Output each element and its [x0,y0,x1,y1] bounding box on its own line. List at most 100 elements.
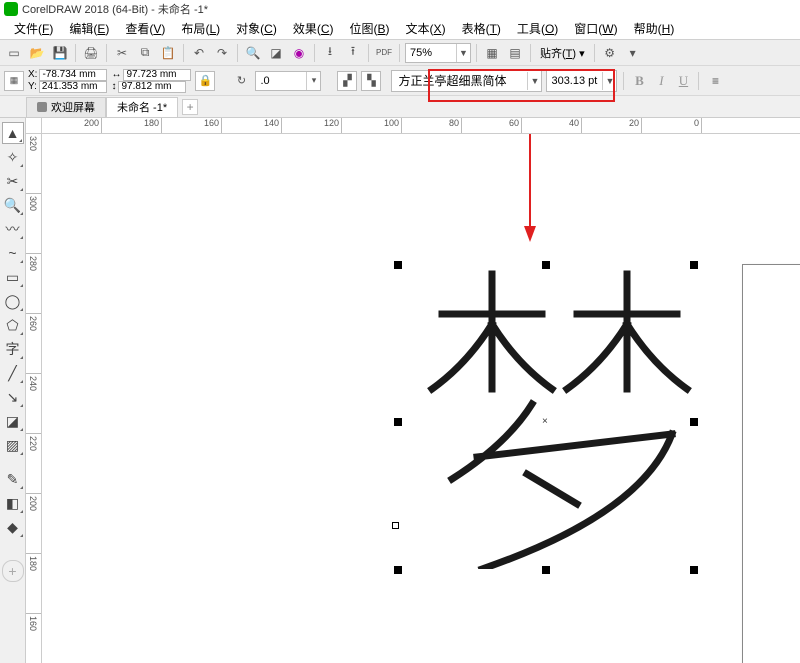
sel-handle-w[interactable] [394,418,402,426]
connector-tool-icon[interactable]: ↘ [2,386,24,408]
dropdown-icon[interactable]: ▼ [456,44,470,62]
print-icon[interactable]: 🖨 [81,43,101,63]
sel-handle-ne[interactable] [690,261,698,269]
sel-handle-s[interactable] [542,566,550,574]
bold-button[interactable]: B [630,71,648,91]
menu-view[interactable]: 查看(V) [117,18,173,39]
copy-icon[interactable]: ⧉ [135,43,155,63]
tab-doc1[interactable]: 未命名 -1* [106,97,178,117]
origin-grid-icon[interactable]: ▦ [4,71,24,91]
property-bar: ▦ X: Y: ↔ ↕ 🔒 ↻ ▾ ▞ ▚ ▼ ▼ B I U ≡ [0,66,800,96]
menu-file[interactable]: 文件(F) [6,18,61,39]
add-tool-icon[interactable]: + [2,560,24,582]
zoom-combo[interactable]: ▼ [405,43,471,63]
polygon-tool-icon[interactable]: ⬠ [2,314,24,336]
eyedropper-tool-icon[interactable]: ✎ [2,468,24,490]
drop-shadow-tool-icon[interactable]: ◪ [2,410,24,432]
font-combo[interactable]: ▼ [391,70,542,92]
canvas-area[interactable]: 200 180 160 140 120 100 80 60 40 20 0 32… [26,118,800,663]
freehand-tool-icon[interactable]: 〰 [2,218,24,240]
cut-icon[interactable]: ✂ [112,43,132,63]
title-bar: CorelDRAW 2018 (64-Bit) - 未命名 -1* [0,0,800,18]
ellipse-tool-icon[interactable]: ◯ [2,290,24,312]
text-baseline-handle[interactable] [392,522,399,529]
redo-icon[interactable]: ↷ [212,43,232,63]
sel-handle-sw[interactable] [394,566,402,574]
mirror-h-icon[interactable]: ▞ [337,71,357,91]
menu-edit[interactable]: 编辑(E) [61,18,117,39]
vertical-ruler[interactable]: 320 300 280 260 240 220 200 180 160 [26,134,42,663]
rotation-field[interactable]: ▾ [255,71,321,91]
dimension-tool-icon[interactable]: ╱ [2,362,24,384]
snap-button[interactable]: 贴齐(T) ▾ [536,45,589,61]
rotate-icon: ↻ [231,71,251,91]
stepper-icon[interactable]: ▾ [306,72,320,90]
new-icon[interactable]: ▭ [4,43,24,63]
menu-object[interactable]: 对象(C) [228,18,285,39]
dropdown-icon[interactable]: ▼ [602,72,616,90]
grid-icon[interactable]: ▦ [482,43,502,63]
font-input[interactable] [392,74,527,88]
ruler-corner[interactable] [26,118,42,134]
record-icon[interactable]: ◉ [289,43,309,63]
menu-tools[interactable]: 工具(O) [509,18,566,39]
sel-handle-n[interactable] [542,261,550,269]
menu-bitmap[interactable]: 位图(B) [342,18,398,39]
underline-button[interactable]: U [674,71,692,91]
zoom-input[interactable] [406,47,456,59]
x-input[interactable] [39,69,107,81]
menu-text[interactable]: 文本(X) [398,18,454,39]
horizontal-ruler[interactable]: 200 180 160 140 120 100 80 60 40 20 0 [42,118,800,134]
separator [183,44,184,62]
crop-tool-icon[interactable]: ✂ [2,170,24,192]
save-icon[interactable]: 💾 [50,43,70,63]
tab-welcome[interactable]: 欢迎屏幕 [26,97,106,117]
y-input[interactable] [39,81,107,93]
rectangle-tool-icon[interactable]: ▭ [2,266,24,288]
shape-tool-icon[interactable]: ✧ [2,146,24,168]
ruler-icon[interactable]: ▤ [505,43,525,63]
separator [368,44,369,62]
mirror-v-icon[interactable]: ▚ [361,71,381,91]
y-label: Y: [28,81,37,93]
lock-ratio-icon[interactable]: 🔒 [195,71,215,91]
artistic-tool-icon[interactable]: ~ [2,242,24,264]
outline-tool-icon[interactable]: ◆ [2,516,24,538]
zoom-tool-icon[interactable]: 🔍 [2,194,24,216]
rotation-input[interactable] [256,75,306,87]
italic-button[interactable]: I [652,71,670,91]
undo-icon[interactable]: ↶ [189,43,209,63]
text-tool-icon[interactable]: 字 [2,338,24,360]
sel-handle-e[interactable] [690,418,698,426]
menu-layout[interactable]: 布局(L) [173,18,228,39]
font-size-input[interactable] [547,75,602,87]
sel-handle-nw[interactable] [394,261,402,269]
transparency-tool-icon[interactable]: ▨ [2,434,24,456]
open-icon[interactable]: 📂 [27,43,47,63]
menu-help[interactable]: 帮助(H) [626,18,683,39]
sel-handle-se[interactable] [690,566,698,574]
dropdown-icon[interactable]: ▼ [527,72,541,90]
tab-add-button[interactable]: + [182,99,198,115]
width-input[interactable] [123,69,191,81]
menu-effects[interactable]: 效果(C) [285,18,342,39]
import-icon[interactable]: ⭳ [320,43,340,63]
text-object[interactable] [412,269,707,569]
pdf-icon[interactable]: PDF [374,43,394,63]
more-icon[interactable]: ▾ [623,43,643,63]
search-icon[interactable]: 🔍 [243,43,263,63]
align-icon[interactable]: ≡ [705,71,725,91]
menu-window[interactable]: 窗口(W) [566,18,625,39]
paste-icon[interactable]: 📋 [158,43,178,63]
menu-table[interactable]: 表格(T) [454,18,509,39]
fill-tool-icon[interactable]: ◧ [2,492,24,514]
canvas[interactable]: × [42,134,800,663]
font-size-combo[interactable]: ▼ [546,70,617,92]
export-icon[interactable]: ⭱ [343,43,363,63]
height-input[interactable] [118,81,186,93]
tool-icon[interactable]: ◪ [266,43,286,63]
separator [476,44,477,62]
separator [106,44,107,62]
pick-tool-icon[interactable]: ▲ [2,122,24,144]
settings-icon[interactable]: ⚙ [600,43,620,63]
